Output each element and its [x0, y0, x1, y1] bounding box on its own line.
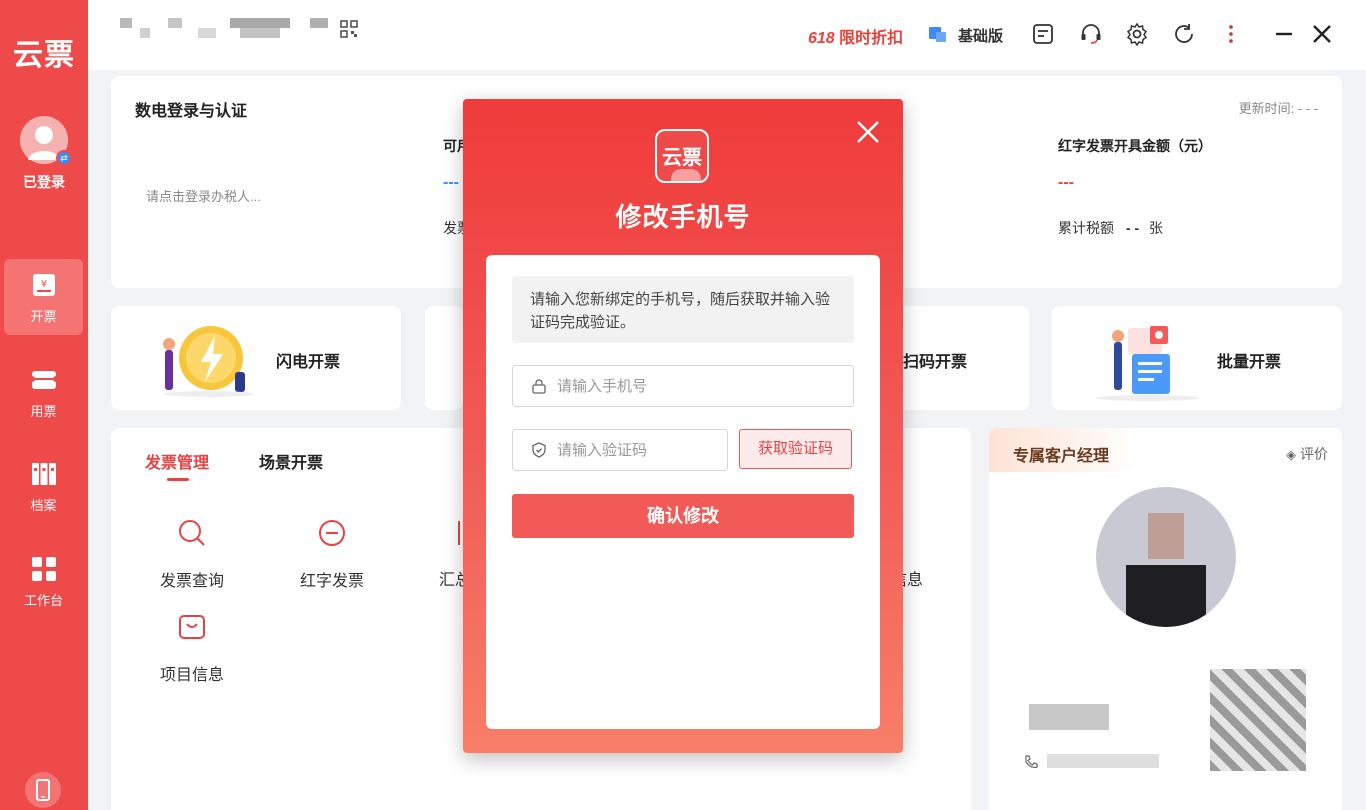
modal-hint: 请输入您新绑定的手机号，随后获取并输入验证码完成验证。 [512, 276, 854, 343]
func-label: 汇总 [439, 572, 465, 589]
update-time: 更新时间: - - - [1238, 101, 1318, 116]
shield-icon [532, 442, 546, 458]
flash-illustration-icon [163, 326, 254, 397]
func-invoice-query[interactable]: 发票查询 [137, 518, 247, 591]
top-bar: 618 限时折扣 基础版 [88, 0, 1366, 70]
invoice-icon: ¥ [33, 274, 55, 296]
modal-logo-text: 云票 [662, 147, 702, 169]
tax-label: 累计税额 [1058, 220, 1114, 236]
quick-action-scan[interactable]: 扫码开票 [903, 306, 1029, 410]
more-icon[interactable] [1219, 22, 1243, 46]
manager-name-redacted [1029, 704, 1109, 730]
close-icon[interactable] [1310, 22, 1334, 46]
quick-action-label: 批量开票 [1217, 354, 1282, 371]
manager-photo [1096, 487, 1236, 627]
confirm-button[interactable]: 确认修改 [512, 494, 854, 538]
swap-account-icon[interactable]: ⇄ [56, 150, 72, 166]
close-icon[interactable] [855, 119, 881, 145]
minimize-icon[interactable] [1272, 22, 1296, 46]
manager-card: 专属客户经理 ◈ 评价 [989, 428, 1342, 810]
auth-card-title: 数电登录与认证 [135, 103, 248, 120]
quick-action-label: 闪电开票 [276, 354, 341, 371]
phone-field[interactable] [512, 365, 854, 407]
sidebar-item-label: 工作台 [23, 593, 63, 608]
red-invoice-title: 红字发票开具金额（元） [1058, 138, 1212, 154]
phone-icon [1025, 755, 1038, 769]
quick-action-hidden[interactable] [425, 306, 463, 410]
sidebar-item-use[interactable]: 用票 [4, 354, 83, 430]
func-info[interactable]: 信息 [903, 566, 923, 590]
ticket-icon [30, 371, 58, 389]
sidebar-item-issue[interactable]: ¥ 开票 [4, 259, 83, 335]
cloud-icon [671, 169, 701, 181]
edition-icon [929, 27, 946, 42]
func-label: 红字发票 [299, 573, 364, 590]
edition-label[interactable]: 基础版 [958, 25, 1003, 46]
change-phone-dialog: 云票 修改手机号 请输入您新绑定的手机号，随后获取并输入验证码完成验证。 获取验… [463, 99, 903, 753]
login-status: 已登录 [23, 174, 65, 190]
minus-circle-icon [319, 520, 345, 546]
red-invoice-value: --- [1058, 174, 1074, 191]
rate-label: 评价 [1300, 446, 1328, 462]
func-summary[interactable]: 汇总 [437, 518, 465, 618]
lock-icon [532, 379, 546, 394]
func-label: 发票查询 [159, 573, 224, 590]
avatar[interactable]: ⇄ [20, 116, 72, 166]
archive-icon [32, 463, 56, 485]
rate-icon: ◈ [1286, 447, 1297, 462]
active-tab-indicator [167, 478, 189, 481]
manager-title: 专属客户经理 [1013, 448, 1110, 465]
tab-invoice-management[interactable]: 发票管理 [145, 449, 209, 473]
sidebar-item-label: 用票 [30, 404, 57, 419]
app-logo: 云票 [13, 39, 75, 72]
customer-service-icon[interactable] [1079, 22, 1103, 46]
mobile-app-button[interactable] [25, 772, 61, 808]
modal-logo: 云票 [655, 129, 709, 183]
modal-title: 修改手机号 [615, 202, 751, 232]
search-icon [179, 520, 205, 546]
quick-action-batch[interactable]: 批量开票 [1052, 306, 1342, 410]
manager-phone-redacted [1047, 754, 1159, 768]
func-project-info[interactable]: 项目信息 [137, 612, 247, 685]
batch-illustration-icon [1096, 326, 1198, 401]
bag-icon [179, 615, 205, 639]
modal-body: 请输入您新绑定的手机号，随后获取并输入验证码完成验证。 获取验证码 确认修改 [486, 255, 880, 729]
func-red-invoice[interactable]: 红字发票 [277, 518, 387, 591]
mobile-icon [36, 779, 50, 801]
code-input[interactable] [557, 438, 719, 462]
refresh-icon[interactable] [1172, 22, 1196, 46]
manager-qrcode [1210, 669, 1306, 771]
tax-value: - - [1125, 220, 1140, 236]
sidebar-item-workbench[interactable]: 工作台 [4, 543, 83, 619]
settings-icon[interactable] [1125, 22, 1149, 46]
get-code-button[interactable]: 获取验证码 [739, 429, 852, 469]
sidebar-item-label: 开票 [30, 309, 57, 324]
company-name-redacted [120, 18, 330, 40]
quick-action-label: 扫码开票 [903, 354, 968, 371]
sidebar: 云票 ⇄ 已登录 ¥ 开票 用票 档案 工作台 [0, 0, 88, 810]
available-value: --- [443, 174, 459, 191]
rate-button[interactable]: ◈ 评价 [1286, 444, 1328, 464]
qrcode-icon[interactable] [340, 20, 358, 38]
message-icon[interactable] [1031, 22, 1055, 46]
sidebar-item-label: 档案 [30, 498, 57, 513]
tab-scene-invoice[interactable]: 场景开票 [259, 449, 323, 473]
grid-icon [32, 557, 56, 581]
promo-text: 限时折扣 [839, 30, 904, 47]
login-prompt[interactable]: 请点击登录办税人... [146, 186, 261, 205]
code-field[interactable] [512, 429, 728, 471]
tax-summary: 累计税额 - - 张 [1058, 218, 1163, 238]
quick-action-flash[interactable]: 闪电开票 [111, 306, 401, 410]
tax-unit: 张 [1149, 220, 1163, 236]
promo-prefix: 618 [808, 30, 835, 47]
phone-input[interactable] [557, 374, 845, 398]
sidebar-item-archive[interactable]: 档案 [4, 448, 83, 524]
promo-link[interactable]: 618 限时折扣 [808, 24, 903, 48]
svg-text:¥: ¥ [41, 279, 47, 290]
func-label: 项目信息 [159, 667, 224, 684]
